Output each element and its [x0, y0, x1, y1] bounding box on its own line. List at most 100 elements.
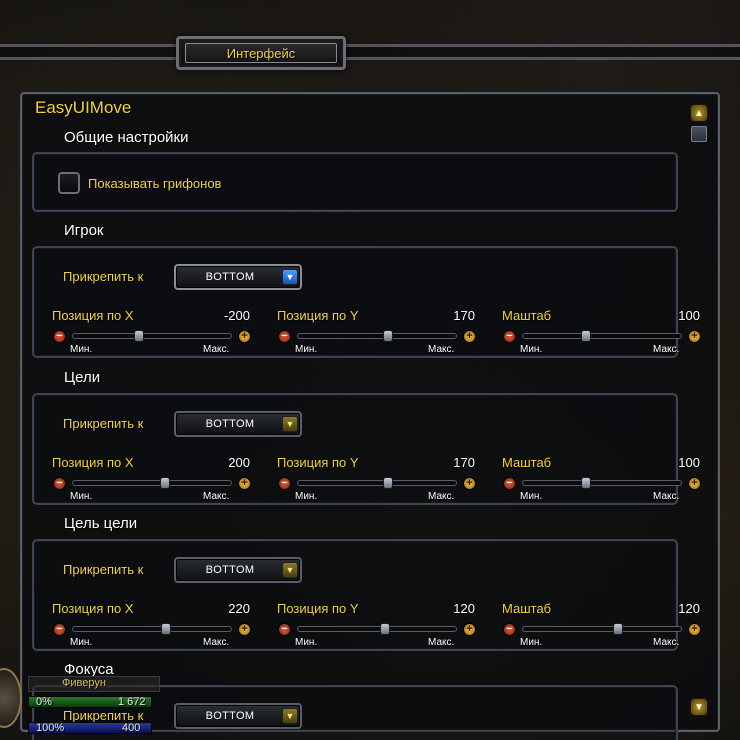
target-scale-min-label: Мин.	[520, 491, 543, 502]
power-value: 400	[122, 722, 141, 734]
scroll-up-icon[interactable]: ▲	[690, 104, 708, 122]
target-position-y-slider-thumb[interactable]	[383, 477, 393, 489]
chevron-down-icon[interactable]: ▼	[282, 416, 298, 432]
player-scale-plus-icon[interactable]: +	[688, 330, 701, 343]
target-position-x-min-label: Мин.	[70, 491, 93, 502]
player-scale-minus-icon[interactable]: −	[503, 330, 516, 343]
player-position-y-slider-track[interactable]	[297, 333, 457, 339]
anchor-dropdown-focus[interactable]: BOTTOM ▼	[174, 703, 302, 729]
target-of-target-position-x-slider-track[interactable]	[72, 626, 232, 632]
player-position-y-minus-icon[interactable]: −	[278, 330, 291, 343]
target-of-target-position-y-slider-track[interactable]	[297, 626, 457, 632]
section-heading-player: Игрок	[64, 222, 104, 239]
player-scale-max-label: Макс.	[653, 344, 680, 355]
player-position-y-max-label: Макс.	[428, 344, 455, 355]
health-value: 1 672	[118, 696, 146, 708]
player-position-x-slider-thumb[interactable]	[134, 330, 144, 342]
player-scale-slider-track[interactable]	[522, 333, 682, 339]
target-of-target-position-y-minus-icon[interactable]: −	[278, 623, 291, 636]
target-of-target-position-x-value: 220	[228, 601, 250, 616]
target-scale-slider-track[interactable]	[522, 480, 682, 486]
target-position-y-slider-track[interactable]	[297, 480, 457, 486]
player-position-x-value: -200	[223, 308, 250, 323]
target-of-target-scale-min-label: Мин.	[520, 637, 543, 648]
section-heading-target-of-target: Цель цели	[64, 515, 138, 532]
target-position-x-slider-track[interactable]	[72, 480, 232, 486]
target-scale-plus-icon[interactable]: +	[688, 477, 701, 490]
target-of-target-position-x-min-label: Мин.	[70, 637, 93, 648]
section-box-target-of-target	[32, 539, 678, 651]
target-position-y-plus-icon[interactable]: +	[463, 477, 476, 490]
player-scale-value: 100	[678, 308, 700, 323]
scroll-thumb[interactable]	[691, 126, 707, 142]
anchor-dropdown-target[interactable]: BOTTOM ▼	[174, 411, 302, 437]
target-of-target-scale-plus-icon[interactable]: +	[688, 623, 701, 636]
target-position-x-minus-icon[interactable]: −	[53, 477, 66, 490]
target-position-y-value: 170	[453, 455, 475, 470]
target-scale-minus-icon[interactable]: −	[503, 477, 516, 490]
target-of-target-position-y-value: 120	[453, 601, 475, 616]
anchor-dropdown-value: BOTTOM	[205, 271, 255, 283]
player-position-x-label: Позиция по X	[52, 308, 134, 323]
anchor-dropdown-target-of-target[interactable]: BOTTOM ▼	[174, 557, 302, 583]
target-scale-slider-thumb[interactable]	[581, 477, 591, 489]
target-position-x-slider-thumb[interactable]	[160, 477, 170, 489]
chevron-down-icon[interactable]: ▼	[282, 269, 298, 285]
target-scale-value: 100	[678, 455, 700, 470]
scroll-down-icon[interactable]: ▼	[690, 698, 708, 716]
target-scale-label: Маштаб	[502, 455, 552, 470]
section-heading-target: Цели	[64, 369, 101, 386]
anchor-dropdown-value: BOTTOM	[205, 564, 255, 576]
target-position-x-plus-icon[interactable]: +	[238, 477, 251, 490]
target-of-target-scale-label: Маштаб	[502, 601, 552, 616]
window-top-rail	[0, 44, 740, 60]
anchor-label-player: Прикрепить к	[63, 269, 144, 284]
window-title: Интерфейс	[226, 45, 296, 61]
target-of-target-position-x-slider-thumb[interactable]	[161, 623, 171, 635]
target-of-target-position-y-max-label: Макс.	[428, 637, 455, 648]
player-position-y-label: Позиция по Y	[277, 308, 359, 323]
target-of-target-position-y-label: Позиция по Y	[277, 601, 359, 616]
target-of-target-scale-value: 120	[678, 601, 700, 616]
target-of-target-scale-slider-track[interactable]	[522, 626, 682, 632]
anchor-label-target-of-target: Прикрепить к	[63, 562, 144, 577]
target-of-target-scale-max-label: Макс.	[653, 637, 680, 648]
player-position-y-plus-icon[interactable]: +	[463, 330, 476, 343]
target-of-target-position-y-plus-icon[interactable]: +	[463, 623, 476, 636]
target-position-x-max-label: Макс.	[203, 491, 230, 502]
target-of-target-position-x-max-label: Макс.	[203, 637, 230, 648]
player-position-x-slider-track[interactable]	[72, 333, 232, 339]
power-percent: 100%	[36, 722, 65, 734]
player-position-x-plus-icon[interactable]: +	[238, 330, 251, 343]
player-position-y-slider-thumb[interactable]	[383, 330, 393, 342]
chevron-down-icon[interactable]: ▼	[282, 708, 298, 724]
target-of-target-position-x-plus-icon[interactable]: +	[238, 623, 251, 636]
player-scale-min-label: Мин.	[520, 344, 543, 355]
chevron-down-icon[interactable]: ▼	[282, 562, 298, 578]
target-of-target-scale-minus-icon[interactable]: −	[503, 623, 516, 636]
player-position-x-minus-icon[interactable]: −	[53, 330, 66, 343]
player-scale-label: Маштаб	[502, 308, 552, 323]
general-settings-heading: Общие настройки	[64, 129, 189, 146]
target-of-target-position-x-label: Позиция по X	[52, 601, 134, 616]
show-gryphons-label: Показывать грифонов	[88, 176, 222, 191]
target-of-target-position-x-minus-icon[interactable]: −	[53, 623, 66, 636]
target-position-x-value: 200	[228, 455, 250, 470]
player-position-y-value: 170	[453, 308, 475, 323]
show-gryphons-checkbox[interactable]	[58, 172, 80, 194]
player-scale-slider-thumb[interactable]	[581, 330, 591, 342]
target-of-target-position-y-slider-thumb[interactable]	[380, 623, 390, 635]
anchor-dropdown-value: BOTTOM	[205, 710, 255, 722]
target-of-target-scale-slider-thumb[interactable]	[613, 623, 623, 635]
player-position-x-max-label: Макс.	[203, 344, 230, 355]
target-position-y-label: Позиция по Y	[277, 455, 359, 470]
anchor-dropdown-player[interactable]: BOTTOM ▼	[174, 264, 302, 290]
health-percent: 0%	[36, 696, 52, 708]
target-scale-max-label: Макс.	[653, 491, 680, 502]
window-title-tab: Интерфейс	[176, 36, 346, 70]
target-position-y-min-label: Мин.	[295, 491, 318, 502]
player-position-y-min-label: Мин.	[295, 344, 318, 355]
anchor-label-focus: Прикрепить к	[63, 708, 144, 723]
target-position-y-minus-icon[interactable]: −	[278, 477, 291, 490]
addon-title: EasyUIMove	[35, 98, 132, 117]
